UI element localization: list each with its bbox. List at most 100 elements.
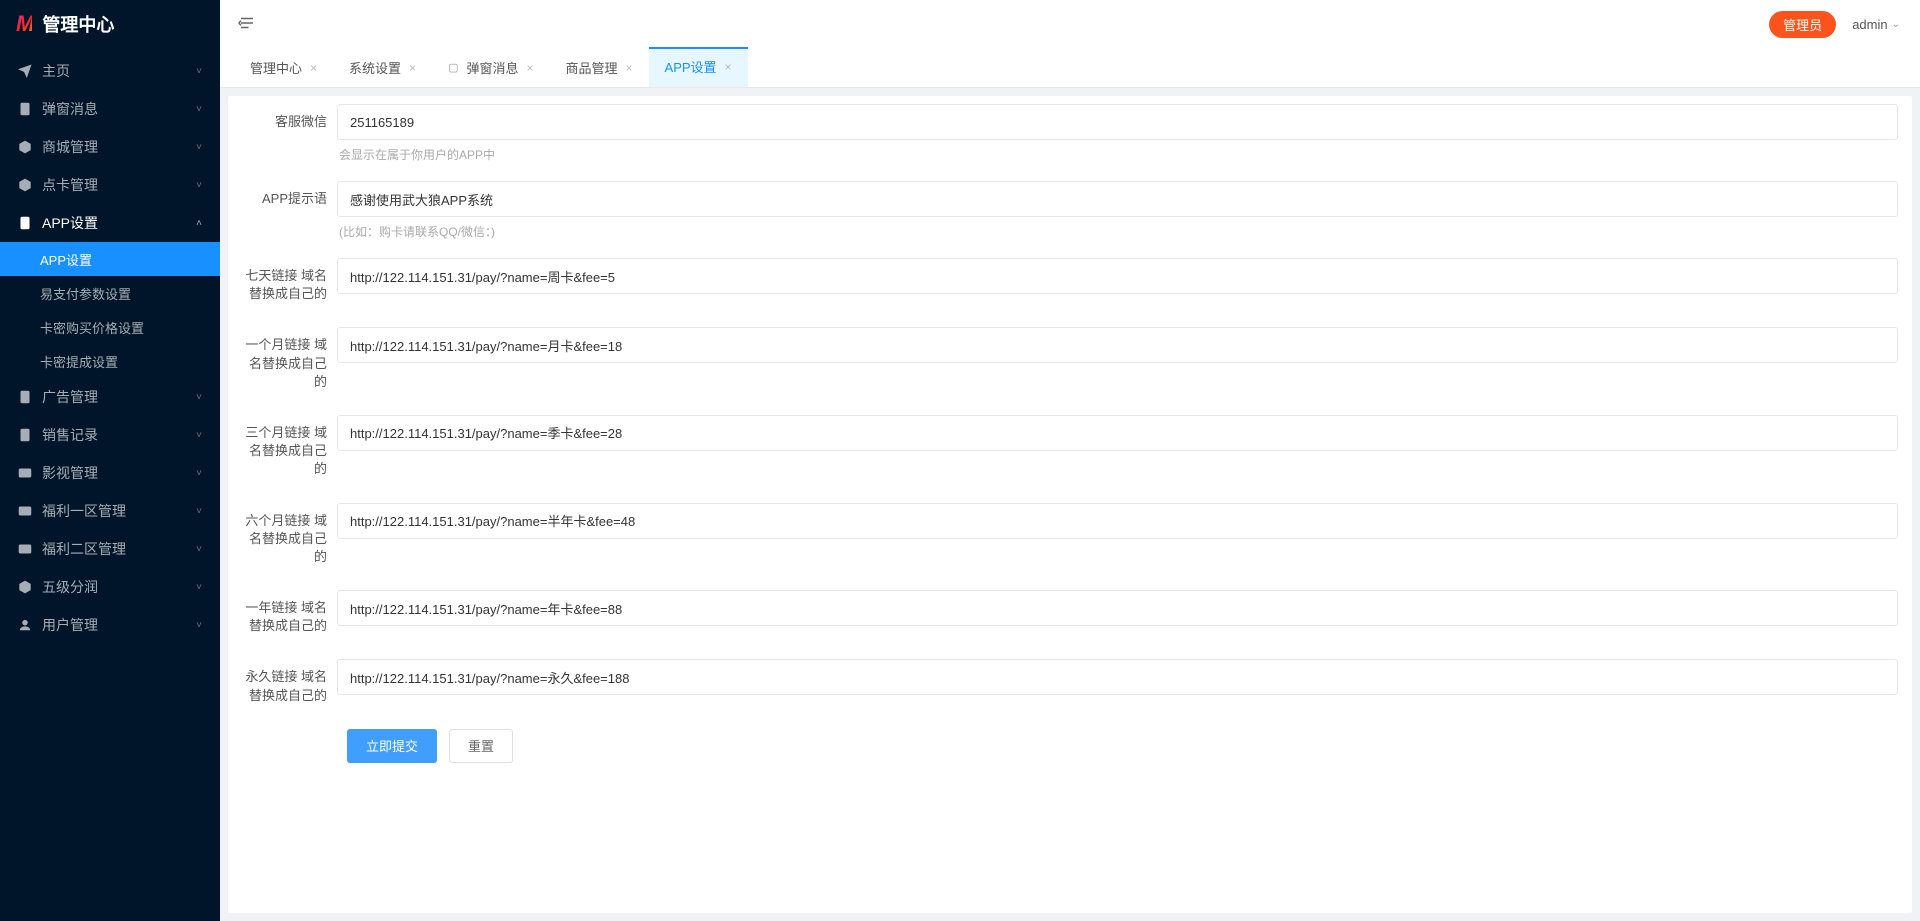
sidebar-item[interactable]: 广告管理˅ bbox=[0, 378, 220, 416]
sidebar-item-label: 福利二区管理 bbox=[42, 539, 196, 559]
close-icon[interactable]: × bbox=[409, 61, 416, 75]
username: admin bbox=[1852, 17, 1887, 32]
form-input[interactable] bbox=[337, 258, 1898, 294]
tab-label: 系统设置 bbox=[349, 58, 401, 77]
close-icon[interactable]: × bbox=[626, 61, 633, 75]
role-badge[interactable]: 管理员 bbox=[1769, 11, 1836, 38]
hamburger-toggle-icon[interactable] bbox=[238, 14, 258, 34]
close-icon[interactable]: × bbox=[725, 60, 732, 74]
sidebar-item-label: 用户管理 bbox=[42, 615, 196, 635]
chevron-down-icon: ˅ bbox=[196, 392, 202, 403]
close-icon[interactable]: × bbox=[526, 61, 533, 75]
sidebar-subitem[interactable]: 卡密购买价格设置 bbox=[0, 310, 220, 344]
sidebar-item-label: 五级分润 bbox=[42, 577, 196, 597]
form-input[interactable] bbox=[337, 327, 1898, 363]
sidebar-item[interactable]: 福利一区管理˅ bbox=[0, 492, 220, 530]
close-icon[interactable]: × bbox=[310, 61, 317, 75]
sidebar-item[interactable]: APP设置˄ bbox=[0, 204, 220, 242]
form-hint: (比如：购卡请联系QQ/微信：) bbox=[337, 217, 1898, 254]
tablet-icon bbox=[18, 102, 32, 116]
tab-label: 商品管理 bbox=[566, 58, 618, 77]
tab-label: 弹窗消息 bbox=[466, 58, 518, 77]
cube-icon bbox=[18, 178, 32, 192]
sidebar-item-label: 点卡管理 bbox=[42, 175, 196, 195]
form-label: 一个月链接 域名替换成自己的 bbox=[242, 327, 337, 391]
topbar: 管理员 admin ⌄ bbox=[220, 0, 1920, 48]
sidebar: M 管理中心 主页˅弹窗消息˅商城管理˅点卡管理˅APP设置˄APP设置易支付参… bbox=[0, 0, 220, 921]
tab[interactable]: APP设置 × bbox=[649, 48, 748, 87]
chevron-down-icon: ˅ bbox=[196, 544, 202, 555]
chevron-down-icon: ˅ bbox=[196, 506, 202, 517]
sidebar-item-label: 福利一区管理 bbox=[42, 501, 196, 521]
form-label: 六个月链接 域名替换成自己的 bbox=[242, 503, 337, 567]
chevron-down-icon: ˅ bbox=[196, 180, 202, 191]
tab-label: APP设置 bbox=[665, 57, 717, 76]
chevron-up-icon: ˄ bbox=[196, 218, 202, 229]
form-hint: 会显示在属于你用户的APP中 bbox=[337, 140, 1898, 177]
sidebar-item-label: 销售记录 bbox=[42, 425, 196, 445]
form-input[interactable] bbox=[337, 104, 1898, 140]
chevron-down-icon: ˅ bbox=[196, 582, 202, 593]
play-icon bbox=[18, 466, 32, 480]
sidebar-subitem[interactable]: 卡密提成设置 bbox=[0, 344, 220, 378]
user-menu[interactable]: admin ⌄ bbox=[1852, 17, 1900, 32]
form-input[interactable] bbox=[337, 503, 1898, 539]
form-input[interactable] bbox=[337, 181, 1898, 217]
form-label: 七天链接 域名替换成自己的 bbox=[242, 258, 337, 303]
chevron-down-icon: ⌄ bbox=[1892, 19, 1900, 30]
sidebar-item-label: 弹窗消息 bbox=[42, 99, 196, 119]
chevron-down-icon: ˅ bbox=[196, 104, 202, 115]
user-icon bbox=[18, 618, 32, 632]
sidebar-subitem[interactable]: APP设置 bbox=[0, 242, 220, 276]
chevron-down-icon: ˅ bbox=[196, 430, 202, 441]
chevron-down-icon: ˅ bbox=[196, 468, 202, 479]
chevron-down-icon: ˅ bbox=[196, 142, 202, 153]
form-input[interactable] bbox=[337, 590, 1898, 626]
tab-icon: ▢ bbox=[448, 61, 458, 74]
sidebar-item[interactable]: 主页˅ bbox=[0, 52, 220, 90]
chevron-down-icon: ˅ bbox=[196, 66, 202, 77]
send-icon bbox=[18, 64, 32, 78]
cube-icon bbox=[18, 140, 32, 154]
tablet-icon bbox=[18, 428, 32, 442]
sidebar-item[interactable]: 商城管理˅ bbox=[0, 128, 220, 166]
tab[interactable]: 管理中心 × bbox=[234, 48, 333, 87]
logo-mark: M bbox=[16, 11, 32, 37]
sidebar-item[interactable]: 弹窗消息˅ bbox=[0, 90, 220, 128]
play-icon bbox=[18, 504, 32, 518]
app-title: 管理中心 bbox=[42, 11, 114, 37]
sidebar-item-label: 商城管理 bbox=[42, 137, 196, 157]
form-label: 客服微信 bbox=[242, 104, 337, 177]
cube-icon bbox=[18, 580, 32, 594]
form-label: 一年链接 域名替换成自己的 bbox=[242, 590, 337, 635]
tab-label: 管理中心 bbox=[250, 58, 302, 77]
tab-bar: 管理中心 × 系统设置 × ▢ 弹窗消息 × 商品管理 × APP设置 × bbox=[220, 48, 1920, 88]
sidebar-item[interactable]: 销售记录˅ bbox=[0, 416, 220, 454]
sidebar-item-label: 主页 bbox=[42, 61, 196, 81]
content-area[interactable]: 客服微信会显示在属于你用户的APP中APP提示语(比如：购卡请联系QQ/微信：)… bbox=[220, 88, 1920, 921]
sidebar-item-label: 影视管理 bbox=[42, 463, 196, 483]
sidebar-item[interactable]: 五级分润˅ bbox=[0, 568, 220, 606]
sidebar-item[interactable]: 福利二区管理˅ bbox=[0, 530, 220, 568]
sidebar-subitem[interactable]: 易支付参数设置 bbox=[0, 276, 220, 310]
tab[interactable]: 商品管理 × bbox=[550, 48, 649, 87]
form-label: 三个月链接 域名替换成自己的 bbox=[242, 415, 337, 479]
tablet-icon bbox=[18, 390, 32, 404]
tab[interactable]: 系统设置 × bbox=[333, 48, 432, 87]
submit-button[interactable]: 立即提交 bbox=[347, 729, 437, 763]
form-label: APP提示语 bbox=[242, 181, 337, 254]
sidebar-item[interactable]: 点卡管理˅ bbox=[0, 166, 220, 204]
sidebar-menu: 主页˅弹窗消息˅商城管理˅点卡管理˅APP设置˄APP设置易支付参数设置卡密购买… bbox=[0, 48, 220, 644]
sidebar-item-label: 广告管理 bbox=[42, 387, 196, 407]
form-label: 永久链接 域名替换成自己的 bbox=[242, 659, 337, 704]
logo: M 管理中心 bbox=[0, 0, 220, 48]
form-actions: 立即提交 重置 bbox=[242, 729, 1898, 763]
form-input[interactable] bbox=[337, 415, 1898, 451]
form-input[interactable] bbox=[337, 659, 1898, 695]
chevron-down-icon: ˅ bbox=[196, 620, 202, 631]
play-icon bbox=[18, 542, 32, 556]
reset-button[interactable]: 重置 bbox=[449, 729, 513, 763]
sidebar-item[interactable]: 用户管理˅ bbox=[0, 606, 220, 644]
sidebar-item[interactable]: 影视管理˅ bbox=[0, 454, 220, 492]
tab[interactable]: ▢ 弹窗消息 × bbox=[432, 48, 549, 87]
